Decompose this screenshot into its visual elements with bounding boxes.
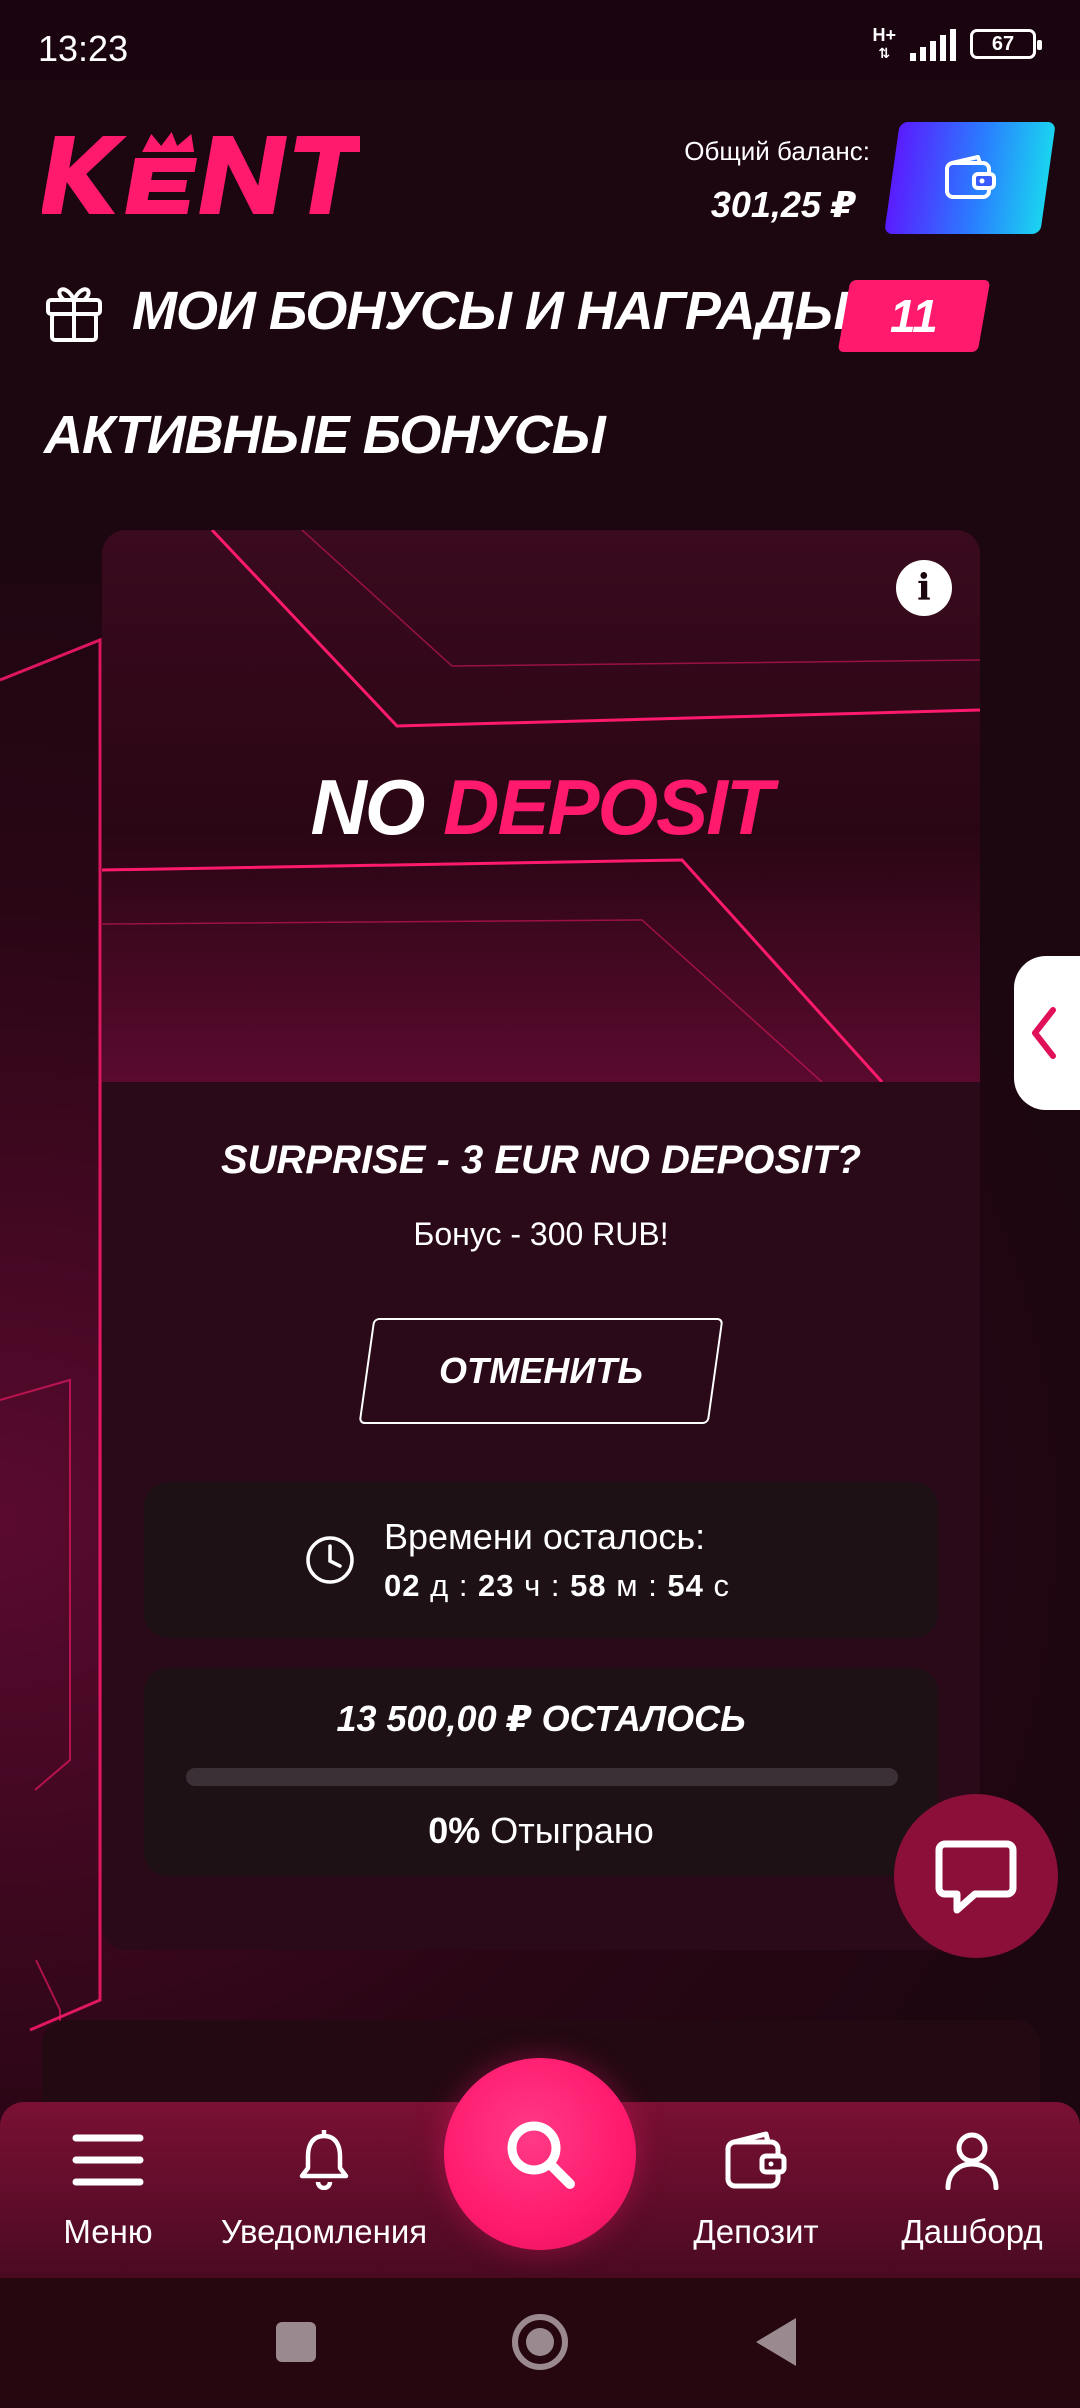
timer-minutes: 58 (570, 1568, 607, 1603)
chevron-left-icon (1032, 1007, 1056, 1059)
bonus-banner: i NO DEPOSIT (102, 530, 980, 1082)
bonus-card: i NO DEPOSIT SURPRISE - 3 EUR NO DEPOSIT… (102, 530, 980, 1950)
side-panel-tab[interactable] (1014, 956, 1080, 1110)
nav-menu[interactable]: Меню (0, 2130, 216, 2251)
timer-days-unit: д (430, 1568, 450, 1603)
timer-seconds: 54 (667, 1568, 704, 1603)
nav-dashboard-label: Дашборд (901, 2213, 1043, 2250)
banner-word-1: NO (310, 763, 425, 851)
battery-level: 67 (991, 32, 1015, 55)
nav-notifications[interactable]: Уведомления (216, 2130, 432, 2251)
banner-title: NO DEPOSIT (102, 762, 980, 853)
system-nav-bar (0, 2278, 1080, 2408)
status-bar: 13:23 H+ ⇅ 67 (0, 0, 1080, 80)
gift-icon (44, 278, 104, 349)
wager-box: 13 500,00 ₽ ОСТАЛОСЬ 0% Отыграно (144, 1668, 938, 1876)
wallet-icon (945, 155, 996, 199)
chat-button[interactable] (894, 1794, 1058, 1958)
wager-played: 0% Отыграно (144, 1810, 938, 1852)
recents-button[interactable] (276, 2322, 316, 2362)
network-indicator: H+ ⇅ (872, 26, 896, 62)
signal-icon (910, 27, 956, 61)
bonus-name: SURPRISE - 3 EUR NO DEPOSIT? (220, 1138, 862, 1182)
wager-remaining: 13 500,00 ₽ ОСТАЛОСЬ (336, 1698, 746, 1739)
network-type: H+ (872, 25, 896, 45)
data-arrows-icon: ⇅ (878, 45, 891, 61)
bonuses-title: МОИ БОНУСЫ И НАГРАДЫ (132, 281, 849, 341)
nav-menu-label: Меню (63, 2213, 153, 2250)
info-button[interactable]: i (896, 560, 952, 616)
balance-label: Общий баланс: (684, 136, 870, 166)
timer-box: Времени осталось: 02 д : 23 ч : 58 м : 5… (144, 1482, 938, 1638)
wallet-button[interactable] (884, 122, 1056, 234)
nav-dashboard[interactable]: Дашборд (864, 2130, 1080, 2251)
search-button[interactable] (444, 2058, 636, 2250)
nav-deposit[interactable]: Депозит (648, 2130, 864, 2251)
timer-hours: 23 (478, 1568, 515, 1603)
home-button[interactable] (512, 2314, 568, 2370)
bonus-count-badge: 11 (837, 280, 991, 352)
bonus-description: Бонус - 300 RUB! (413, 1216, 669, 1252)
nav-notifications-label: Уведомления (220, 2213, 428, 2250)
search-icon (507, 2121, 575, 2189)
logo-icon (41, 132, 371, 214)
timer-value: 02 д : 23 ч : 58 м : 54 с (384, 1568, 731, 1603)
bell-icon (299, 2130, 349, 2191)
status-time: 13:23 (38, 28, 129, 69)
cancel-button-label: ОТМЕНИТЬ (439, 1350, 643, 1391)
wallet-icon (725, 2131, 787, 2189)
timer-hours-unit: ч (524, 1568, 542, 1603)
bonus-count: 11 (890, 290, 938, 342)
banner-word-2: DEPOSIT (443, 763, 773, 851)
user-icon (945, 2132, 999, 2191)
active-bonuses-title: АКТИВНЫЕ БОНУСЫ (44, 405, 606, 465)
wager-played-label: Отыграно (490, 1810, 654, 1851)
cancel-bonus-button[interactable]: ОТМЕНИТЬ (358, 1318, 724, 1424)
timer-days: 02 (384, 1568, 421, 1603)
timer-label: Времени осталось: (384, 1516, 706, 1557)
status-indicators: H+ ⇅ 67 (872, 26, 1042, 62)
menu-icon (72, 2134, 144, 2186)
balance-value: 301,25 ₽ (710, 184, 856, 225)
nav-deposit-label: Депозит (693, 2213, 819, 2250)
timer-minutes-unit: м (616, 1568, 639, 1603)
timer-seconds-unit: с (713, 1568, 731, 1603)
chat-icon (935, 1840, 1017, 1914)
wager-progress-bar (186, 1768, 898, 1786)
kent-logo[interactable] (41, 130, 371, 225)
battery-icon: 67 (970, 29, 1042, 59)
clock-icon (304, 1534, 356, 1591)
back-button[interactable] (756, 2318, 796, 2366)
wager-percent: 0% (428, 1810, 481, 1851)
